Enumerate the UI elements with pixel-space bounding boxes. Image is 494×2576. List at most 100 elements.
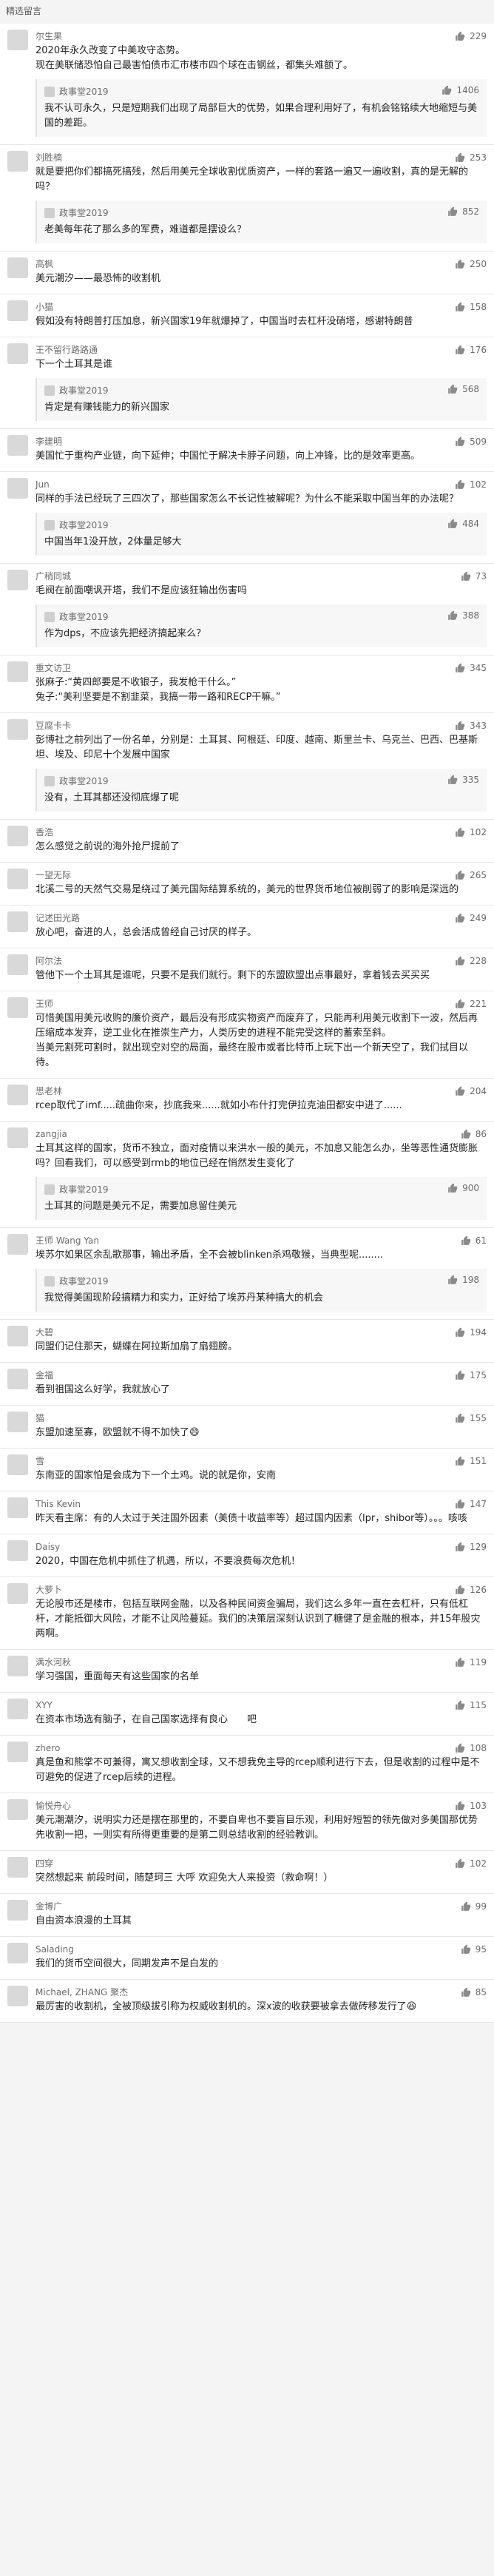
- avatar[interactable]: [7, 1454, 28, 1475]
- avatar[interactable]: [7, 1799, 28, 1820]
- avatar[interactable]: [7, 1412, 28, 1432]
- like-button[interactable]: 345: [455, 663, 487, 673]
- comment-author[interactable]: 刘胜楠: [35, 151, 487, 164]
- avatar[interactable]: [7, 1127, 28, 1148]
- reply-author[interactable]: 政事堂2019: [59, 206, 109, 220]
- avatar[interactable]: [7, 1699, 28, 1719]
- avatar[interactable]: [7, 30, 28, 50]
- like-button[interactable]: 221: [455, 999, 487, 1009]
- avatar[interactable]: [7, 1656, 28, 1676]
- like-button[interactable]: 151: [455, 1456, 487, 1466]
- like-button[interactable]: 126: [455, 1585, 487, 1595]
- comment-author[interactable]: 重文访卫: [35, 661, 487, 675]
- reply-like-button[interactable]: 1406: [441, 85, 479, 95]
- comment-author[interactable]: 香浩: [35, 826, 487, 839]
- avatar[interactable]: [7, 151, 28, 172]
- comment-author[interactable]: 大萝卜: [35, 1583, 487, 1596]
- like-button[interactable]: 115: [455, 1700, 487, 1710]
- comment-author[interactable]: 猫: [35, 1412, 487, 1425]
- avatar[interactable]: [7, 435, 28, 456]
- reply-like-button[interactable]: 568: [447, 384, 479, 394]
- comment-author[interactable]: zhero: [35, 1742, 487, 1755]
- avatar[interactable]: [7, 911, 28, 932]
- comment-author[interactable]: 满水河秋: [35, 1656, 487, 1669]
- reply-like-button[interactable]: 198: [447, 1275, 479, 1285]
- reply-author[interactable]: 政事堂2019: [59, 1183, 109, 1196]
- avatar[interactable]: [7, 826, 28, 846]
- like-button[interactable]: 73: [461, 571, 487, 581]
- avatar[interactable]: [7, 997, 28, 1018]
- reply-like-button[interactable]: 335: [447, 775, 479, 785]
- comment-author[interactable]: 金福: [35, 1369, 487, 1382]
- comment-author[interactable]: 金博广: [35, 1900, 487, 1913]
- comment-author[interactable]: Daisy: [35, 1540, 487, 1554]
- reply-like-button[interactable]: 852: [447, 206, 479, 217]
- avatar[interactable]: [7, 1497, 28, 1518]
- comment-author[interactable]: Michael, ZHANG 聚杰: [35, 1986, 487, 1999]
- comment-author[interactable]: 王师: [35, 997, 487, 1011]
- comment-author[interactable]: 记述田光路: [35, 911, 487, 925]
- comment-author[interactable]: Salading: [35, 1943, 487, 1956]
- avatar[interactable]: [7, 1986, 28, 2006]
- comment-author[interactable]: 雪: [35, 1454, 487, 1468]
- like-button[interactable]: 228: [455, 956, 487, 966]
- comment-author[interactable]: 大碧: [35, 1326, 487, 1339]
- like-button[interactable]: 99: [461, 1901, 487, 1912]
- like-button[interactable]: 95: [461, 1944, 487, 1955]
- comment-author[interactable]: 高枫: [35, 257, 487, 271]
- like-button[interactable]: 509: [455, 436, 487, 447]
- comment-author[interactable]: 李建明: [35, 435, 487, 448]
- like-button[interactable]: 102: [455, 827, 487, 837]
- comment-author[interactable]: 一望无际: [35, 869, 487, 882]
- avatar[interactable]: [7, 1943, 28, 1963]
- like-button[interactable]: 176: [455, 345, 487, 355]
- reply-author[interactable]: 政事堂2019: [59, 1275, 109, 1288]
- avatar[interactable]: [7, 1583, 28, 1604]
- reply-author[interactable]: 政事堂2019: [59, 610, 109, 624]
- avatar[interactable]: [7, 1326, 28, 1346]
- comment-author[interactable]: Jun: [35, 478, 487, 491]
- like-button[interactable]: 175: [455, 1370, 487, 1380]
- avatar[interactable]: [7, 1900, 28, 1921]
- like-button[interactable]: 102: [455, 1858, 487, 1869]
- reply-author[interactable]: 政事堂2019: [59, 85, 109, 98]
- like-button[interactable]: 194: [455, 1327, 487, 1338]
- avatar[interactable]: [7, 1742, 28, 1762]
- comment-author[interactable]: 王不留行路路通: [35, 343, 487, 357]
- like-button[interactable]: 147: [455, 1499, 487, 1509]
- comment-author[interactable]: 豆腐卡卡: [35, 719, 487, 732]
- like-button[interactable]: 155: [455, 1413, 487, 1423]
- comment-author[interactable]: 广稍同城: [35, 570, 487, 583]
- like-button[interactable]: 119: [455, 1657, 487, 1668]
- like-button[interactable]: 61: [461, 1235, 487, 1246]
- comment-author[interactable]: 尔生果: [35, 30, 487, 43]
- like-button[interactable]: 253: [455, 152, 487, 163]
- comment-author[interactable]: zangjia: [35, 1127, 487, 1141]
- like-button[interactable]: 249: [455, 913, 487, 923]
- like-button[interactable]: 129: [455, 1542, 487, 1552]
- avatar[interactable]: [7, 570, 28, 590]
- like-button[interactable]: 102: [455, 479, 487, 490]
- reply-author[interactable]: 政事堂2019: [59, 384, 109, 397]
- comment-author[interactable]: 四穿: [35, 1857, 487, 1870]
- avatar[interactable]: [7, 1857, 28, 1878]
- comment-author[interactable]: 王师 Wang Yan: [35, 1234, 487, 1247]
- like-button[interactable]: 103: [455, 1801, 487, 1811]
- reply-like-button[interactable]: 388: [447, 610, 479, 621]
- comment-author[interactable]: XYY: [35, 1699, 487, 1712]
- avatar[interactable]: [7, 257, 28, 278]
- comment-author[interactable]: This Kevin: [35, 1497, 487, 1511]
- comment-author[interactable]: 小猫: [35, 300, 487, 314]
- avatar[interactable]: [7, 1085, 28, 1105]
- avatar[interactable]: [7, 300, 28, 321]
- avatar[interactable]: [7, 343, 28, 364]
- comment-author[interactable]: 阿尔法: [35, 954, 487, 968]
- avatar[interactable]: [7, 1540, 28, 1561]
- like-button[interactable]: 85: [461, 1987, 487, 1997]
- avatar[interactable]: [7, 1369, 28, 1389]
- avatar[interactable]: [7, 954, 28, 975]
- like-button[interactable]: 204: [455, 1086, 487, 1096]
- reply-author[interactable]: 政事堂2019: [59, 775, 109, 788]
- like-button[interactable]: 108: [455, 1743, 487, 1753]
- like-button[interactable]: 158: [455, 302, 487, 312]
